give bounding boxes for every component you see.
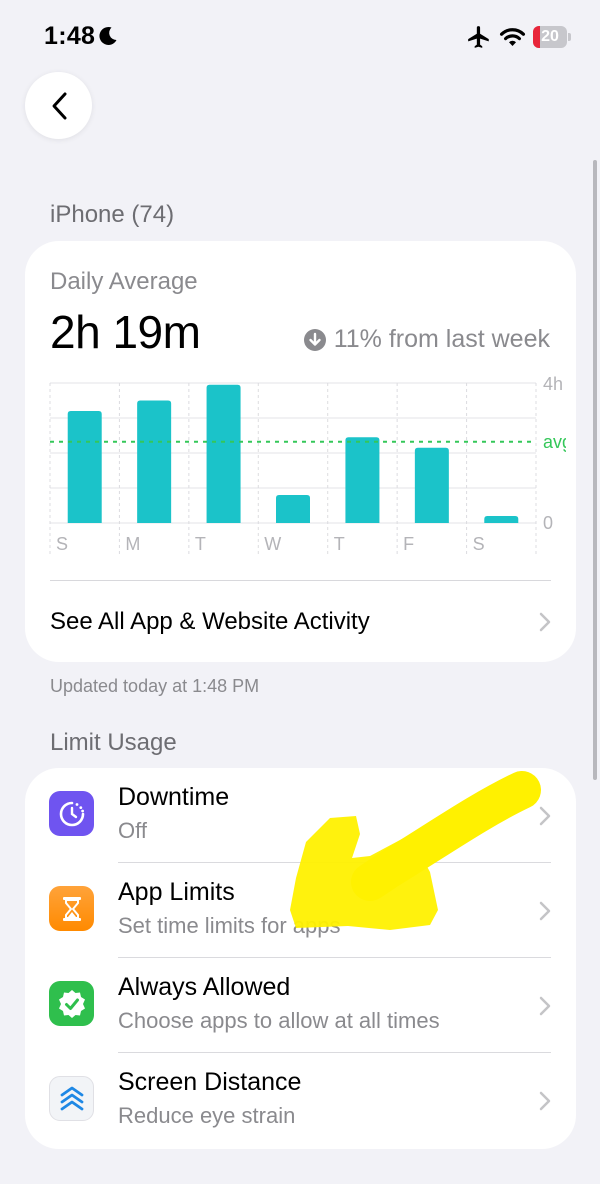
x-tick-label: T [195,534,206,554]
screen-distance-row[interactable]: Screen Distance Reduce eye strain [25,1053,576,1148]
downtime-row[interactable]: Downtime Off [25,768,576,863]
downtime-subtitle: Off [118,818,147,843]
y-tick-label: 0 [543,513,553,533]
y-tick-label: 4h [543,374,563,394]
x-tick-label: T [334,534,345,554]
arrow-down-circle-icon [303,328,326,351]
x-tick-label: S [56,534,68,554]
trend-text: 11% from last week [333,325,550,353]
scrollbar[interactable] [593,160,597,780]
back-button[interactable] [25,72,92,139]
battery-indicator: 20 [533,26,573,48]
airplane-icon [468,26,489,48]
app-limits-row[interactable]: App Limits Set time limits for apps [25,863,576,958]
battery-level: 20 [541,28,559,45]
chevron-right-icon [539,612,551,632]
chart-bar [414,447,449,523]
x-tick-label: S [473,534,485,554]
app-limits-title: App Limits [118,878,235,906]
wifi-icon [500,28,525,46]
chart-bar [137,400,172,523]
checkmark-seal-icon [49,981,94,1026]
x-tick-label: W [264,534,281,554]
hourglass-icon [49,886,94,931]
device-header: iPhone (74) [50,201,175,228]
x-tick-label: F [403,534,414,554]
always-allowed-title: Always Allowed [118,973,291,1001]
screen-distance-subtitle: Reduce eye strain [118,1103,296,1128]
daily-average-value: 2h 19m [50,306,201,358]
chart-bar [345,437,380,523]
chart-bar [67,411,102,523]
usage-card: Daily Average 2h 19m 11% from last week … [25,241,576,662]
downtime-title: Downtime [118,783,230,811]
trend-indicator: 11% from last week [303,325,550,354]
chart-bar [484,516,519,523]
always-allowed-row[interactable]: Always Allowed Choose apps to allow at a… [25,958,576,1053]
updated-timestamp: Updated today at 1:48 PM [50,676,260,696]
daily-average-label: Daily Average [50,268,198,295]
see-all-activity-label: See All App & Website Activity [50,608,370,635]
chevron-right-icon [539,806,551,826]
chevrons-up-icon [49,1076,94,1121]
usage-chart: S M T W T F Savg 4h 0 [49,374,566,555]
screen-distance-title: Screen Distance [118,1068,302,1096]
downtime-icon [49,791,94,836]
chart-bar [206,384,241,523]
limit-usage-card: Downtime Off App Limits Set time limits … [25,768,576,1149]
app-limits-subtitle: Set time limits for apps [118,913,341,938]
always-allowed-subtitle: Choose apps to allow at all times [118,1008,440,1033]
limit-usage-header: Limit Usage [50,729,177,756]
average-label: avg [543,432,566,452]
chevron-right-icon [539,1091,551,1111]
chevron-right-icon [539,996,551,1016]
chevron-right-icon [539,901,551,921]
moon-icon [99,26,117,45]
status-time: 1:48 [44,22,96,50]
chevron-left-icon [52,92,66,119]
chart-bar [276,495,310,523]
x-tick-label: M [125,534,140,554]
status-bar: 1:48 20 [0,0,600,76]
see-all-activity-row[interactable]: See All App & Website Activity [25,581,576,662]
